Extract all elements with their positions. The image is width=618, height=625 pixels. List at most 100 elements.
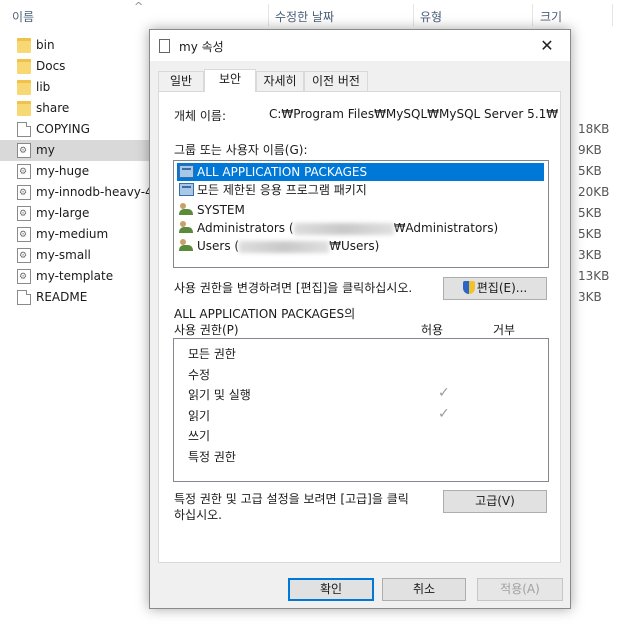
file-name: bin xyxy=(36,38,55,52)
groups-label: 그룹 또는 사용자 이름(G): xyxy=(174,143,308,157)
file-size: 5KB xyxy=(578,206,602,220)
object-name-value: C:₩Program Files₩MySQL₩MySQL Server 5.1₩… xyxy=(269,107,559,121)
config-file-icon xyxy=(17,185,31,200)
title-bar[interactable]: my 속성 ✕ xyxy=(150,30,570,61)
tab-details[interactable]: 자세히 xyxy=(256,71,304,91)
allow-check-icon: ✓ xyxy=(438,405,450,422)
advanced-help-text-line2: 하십시오. xyxy=(174,508,222,522)
principal-item[interactable]: SYSTEM xyxy=(177,201,544,219)
sort-ascending-icon: ^ xyxy=(134,0,144,13)
change-permission-text: 사용 권한을 변경하려면 [편집]을 클릭하십시오. xyxy=(174,281,413,295)
folder-icon xyxy=(17,80,31,95)
permissions-for-label: ALL APPLICATION PACKAGES의 xyxy=(174,307,356,321)
config-file-icon xyxy=(17,227,31,242)
file-name: share xyxy=(36,101,70,115)
file-row[interactable]: my 9KB xyxy=(0,140,602,161)
file-icon xyxy=(17,290,31,305)
permission-list[interactable]: 모든 권한수정읽기 및 실행 ✓ 읽기 ✓ 쓰기특정 권한 xyxy=(173,338,549,482)
permission-name: 쓰기 xyxy=(188,429,211,443)
principal-name: SYSTEM xyxy=(197,203,245,217)
file-name: COPYING xyxy=(36,122,90,136)
package-icon xyxy=(179,165,194,178)
file-size: 5KB xyxy=(578,227,602,241)
folder-icon xyxy=(17,38,31,53)
file-size: 9KB xyxy=(578,143,602,157)
principal-item[interactable]: Users (₩Users) xyxy=(177,237,544,255)
config-file-icon xyxy=(17,206,31,221)
file-size: 13KB xyxy=(578,269,610,283)
config-file-icon xyxy=(17,143,31,158)
file-name: my-small xyxy=(36,248,91,262)
file-name: my xyxy=(36,143,55,157)
file-size: 3KB xyxy=(578,248,602,262)
column-divider[interactable] xyxy=(413,4,414,26)
uac-shield-icon xyxy=(462,281,475,294)
redacted-text xyxy=(239,240,330,253)
file-name: README xyxy=(36,290,88,304)
column-header: 이름 ^ 수정한 날짜 유형 크기 xyxy=(0,0,618,30)
folder-icon xyxy=(17,59,31,74)
principal-name: ALL APPLICATION PACKAGES xyxy=(197,165,368,179)
principal-name: Administrators (₩Administrators) xyxy=(197,221,499,235)
allow-header: 허용 xyxy=(421,323,444,337)
principal-item[interactable]: ALL APPLICATION PACKAGES xyxy=(177,163,544,181)
file-name: my-large xyxy=(36,206,90,220)
permission-row: 읽기 ✓ xyxy=(188,405,548,425)
column-divider[interactable] xyxy=(532,4,533,26)
permission-name: 읽기 xyxy=(188,408,211,423)
deny-header: 거부 xyxy=(493,323,516,337)
permissions-label: 사용 권한(P) xyxy=(174,323,239,337)
file-name: my-medium xyxy=(36,227,109,241)
file-name: my-huge xyxy=(36,164,90,178)
principal-item[interactable]: Administrators (₩Administrators) xyxy=(177,219,544,237)
permission-name: 수정 xyxy=(188,367,211,382)
tab-general[interactable]: 일반 xyxy=(158,71,204,91)
permission-row: 모든 권한 xyxy=(188,345,548,363)
config-file-icon xyxy=(17,269,31,284)
column-divider[interactable] xyxy=(268,4,269,26)
apply-button: 적용(A) xyxy=(477,578,563,601)
advanced-button[interactable]: 고급(V) xyxy=(443,490,547,513)
file-name: my-template xyxy=(36,269,114,283)
principal-name: 모든 제한된 응용 프로그램 패키지 xyxy=(197,183,367,197)
config-file-icon xyxy=(17,248,31,263)
file-icon xyxy=(159,39,170,53)
users-icon xyxy=(179,239,194,252)
column-date-modified[interactable]: 수정한 날짜 xyxy=(275,8,334,25)
users-icon xyxy=(179,221,194,234)
tab-previous-versions[interactable]: 이전 버전 xyxy=(304,71,368,91)
advanced-help-text: 특정 권한 및 고급 설정을 보려면 [고급]을 클릭 xyxy=(174,492,409,506)
properties-dialog: my 속성 ✕ 일반 보안 자세히 이전 버전 개체 이름: C:₩Progra… xyxy=(149,29,571,609)
column-size[interactable]: 크기 xyxy=(540,8,562,25)
principal-item[interactable]: 모든 제한된 응용 프로그램 패키지 xyxy=(177,181,544,199)
close-button[interactable]: ✕ xyxy=(524,30,570,61)
security-panel: 개체 이름: C:₩Program Files₩MySQL₩MySQL Serv… xyxy=(158,91,561,563)
permission-row: 쓰기 xyxy=(188,427,548,445)
package-icon xyxy=(179,183,194,196)
principal-name: Users (₩Users) xyxy=(197,239,380,253)
edit-button[interactable]: 편집(E)... xyxy=(443,277,547,300)
column-type[interactable]: 유형 xyxy=(420,8,442,25)
tab-security[interactable]: 보안 xyxy=(204,69,256,92)
dialog-title: my 속성 xyxy=(179,40,224,54)
folder-icon xyxy=(17,101,31,116)
principal-list[interactable]: ALL APPLICATION PACKAGES 모든 제한된 응용 프로그램 … xyxy=(173,160,549,268)
file-name: lib xyxy=(36,80,51,94)
file-size: 5KB xyxy=(578,164,602,178)
file-size: 18KB xyxy=(578,122,610,136)
ok-button[interactable]: 확인 xyxy=(288,578,374,601)
cancel-button[interactable]: 취소 xyxy=(382,578,466,601)
permission-name: 모든 권한 xyxy=(188,347,236,361)
file-name: Docs xyxy=(36,59,66,73)
file-name: my-innodb-heavy-4G xyxy=(36,185,162,199)
file-size: 3KB xyxy=(578,290,602,304)
permission-name: 읽기 및 실행 xyxy=(188,388,251,402)
file-size: 20KB xyxy=(578,185,610,199)
redacted-text xyxy=(293,222,394,235)
object-name-label: 개체 이름: xyxy=(174,109,227,123)
permission-name: 특정 권한 xyxy=(188,449,236,464)
column-name[interactable]: 이름 xyxy=(12,8,34,25)
permission-row: 특정 권한 xyxy=(188,448,548,466)
column-divider[interactable] xyxy=(612,4,613,26)
permission-row: 수정 xyxy=(188,366,548,384)
